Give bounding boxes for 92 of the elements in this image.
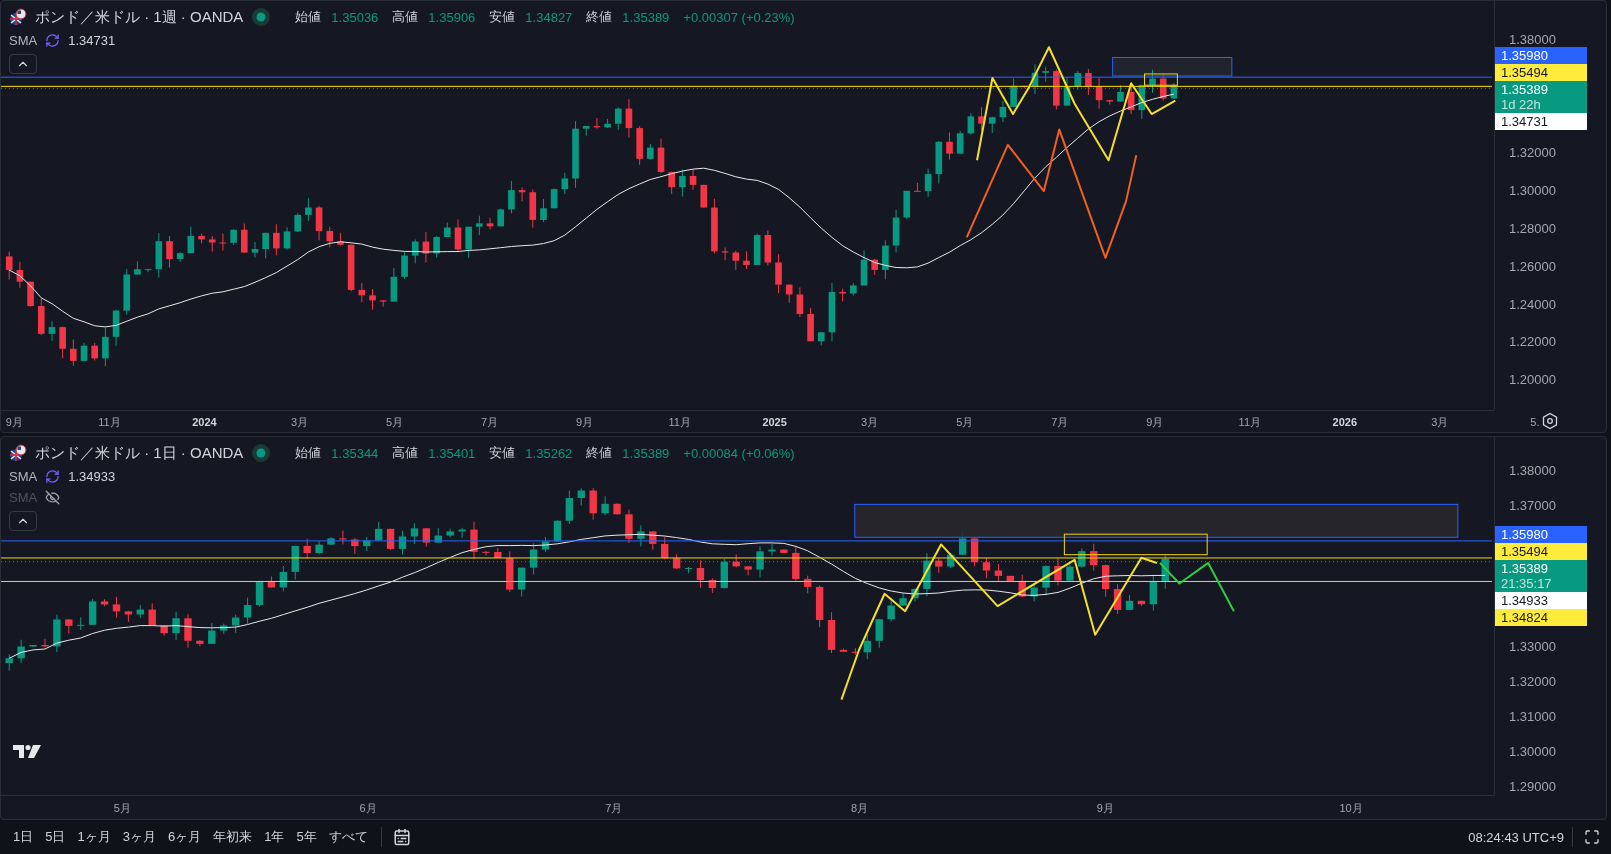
status-dot-icon [251, 7, 272, 27]
price-tag: 1.35980 [1495, 47, 1587, 64]
ohlc-label: 終値 [586, 444, 613, 462]
ohlc-value: 1.35389 [622, 9, 670, 25]
ohlc-value: 1.35262 [525, 445, 573, 461]
eye-off-icon[interactable] [45, 490, 61, 505]
flag-icon [9, 444, 27, 462]
ohlc-value: 1.34827 [525, 9, 573, 25]
logo-icon [13, 743, 43, 759]
time-tick: 8月 [850, 800, 869, 815]
price-tag: 1.35980 [1495, 526, 1587, 543]
symbol-title[interactable]: ポンド／米ドル · 1日 · OANDA [35, 443, 244, 463]
time-tick: 9月 [1096, 800, 1114, 815]
time-tick: 11月 [1238, 414, 1261, 429]
price-tick: 1.38000 [1509, 462, 1556, 478]
price-tick: 1.37000 [1509, 497, 1556, 513]
indicator-name[interactable]: SMA [9, 33, 38, 48]
status-dot-icon [251, 443, 272, 463]
indicator-name[interactable]: SMA [9, 469, 38, 484]
collapse-button[interactable] [9, 511, 37, 531]
time-tick: 10月 [1339, 800, 1363, 815]
price-tag: 1.34731 [1495, 113, 1587, 130]
price-tick: 1.24000 [1509, 296, 1556, 312]
indicator-value: 1.34933 [68, 469, 116, 484]
ohlc-label: 始値 [295, 8, 322, 26]
price-tick: 1.33000 [1509, 638, 1556, 653]
symbol-title[interactable]: ポンド／米ドル · 1週 · OANDA [35, 7, 244, 27]
price-tick: 1.30000 [1509, 743, 1556, 759]
ohlc-value: 1.35401 [428, 445, 476, 461]
time-tick: 7月 [1051, 414, 1069, 429]
time-tick: 3月 [290, 414, 308, 429]
ohlc-value: 1.35036 [331, 9, 379, 25]
time-tick: 2026 [1332, 415, 1358, 428]
price-tag: 1.35494 [1495, 64, 1587, 81]
range-button[interactable]: 5年 [291, 824, 322, 850]
time-tick: 5. [1530, 415, 1540, 428]
ohlc-label: 高値 [392, 444, 419, 462]
collapse-button[interactable] [9, 54, 37, 74]
price-change: +0.00307 (+0.23%) [683, 9, 795, 25]
time-tick: 5月 [385, 414, 404, 429]
price-tag: 1.35389 1d 22h [1495, 81, 1587, 113]
refresh-icon[interactable] [45, 469, 61, 484]
ohlc-label: 安値 [489, 444, 516, 462]
ohlc-label: 終値 [586, 8, 613, 26]
time-tick: 3月 [861, 414, 879, 429]
refresh-icon[interactable] [45, 33, 61, 48]
range-button[interactable]: 6ヶ月 [162, 824, 207, 850]
range-button[interactable]: 1日 [8, 824, 39, 850]
range-button[interactable]: 年初来 [208, 824, 258, 850]
ohlc-label: 高値 [392, 8, 419, 26]
settings-icon[interactable] [1541, 412, 1559, 430]
ohlc-value: 1.35906 [428, 9, 476, 25]
price-tick: 1.32000 [1509, 673, 1556, 689]
price-tick: 1.30000 [1509, 182, 1556, 198]
price-tag: 1.34933 [1495, 592, 1587, 609]
indicator-value: 1.34731 [68, 33, 116, 48]
time-tick: 5月 [956, 414, 974, 429]
range-button[interactable]: 5日 [40, 824, 71, 850]
price-tick: 1.22000 [1509, 333, 1556, 349]
flag-icon [9, 8, 27, 26]
time-tick: 7月 [480, 414, 499, 429]
price-change: +0.00084 (+0.06%) [683, 445, 795, 461]
time-tick: 6月 [359, 800, 377, 815]
price-tag: 1.35494 [1495, 543, 1587, 560]
time-tick: 2024 [192, 415, 217, 428]
ohlc-label: 安値 [489, 8, 516, 26]
time-tick: 11月 [668, 414, 691, 429]
price-tag: 1.34824 [1495, 609, 1587, 626]
time-tick: 7月 [605, 800, 623, 815]
ohlc-value: 1.35344 [331, 445, 379, 461]
time-tick: 9月 [5, 414, 23, 429]
price-tick: 1.20000 [1509, 371, 1556, 387]
time-tick: 9月 [576, 414, 594, 429]
ohlc-label: 始値 [295, 444, 322, 462]
price-tick: 1.38000 [1509, 31, 1556, 47]
time-tick: 11月 [98, 414, 121, 429]
clock[interactable]: 08:24:43 UTC+9 [1468, 829, 1564, 845]
price-tick: 1.29000 [1509, 778, 1556, 794]
price-tick: 1.26000 [1509, 258, 1556, 274]
price-tick: 1.28000 [1509, 220, 1556, 236]
time-tick: 9月 [1146, 414, 1164, 429]
range-button[interactable]: 3ヶ月 [117, 824, 161, 850]
price-tick: 1.31000 [1509, 708, 1556, 724]
time-tick: 2025 [762, 415, 787, 428]
range-button[interactable]: 1年 [259, 824, 290, 850]
time-tick: 3月 [1431, 414, 1449, 429]
range-button[interactable]: 1ヶ月 [72, 824, 116, 850]
ohlc-value: 1.35389 [622, 445, 670, 461]
price-tag: 1.35389 21:35:17 [1495, 560, 1587, 592]
range-button[interactable]: すべて [323, 824, 373, 850]
price-tick: 1.32000 [1509, 144, 1556, 160]
time-tick: 5月 [113, 800, 131, 815]
